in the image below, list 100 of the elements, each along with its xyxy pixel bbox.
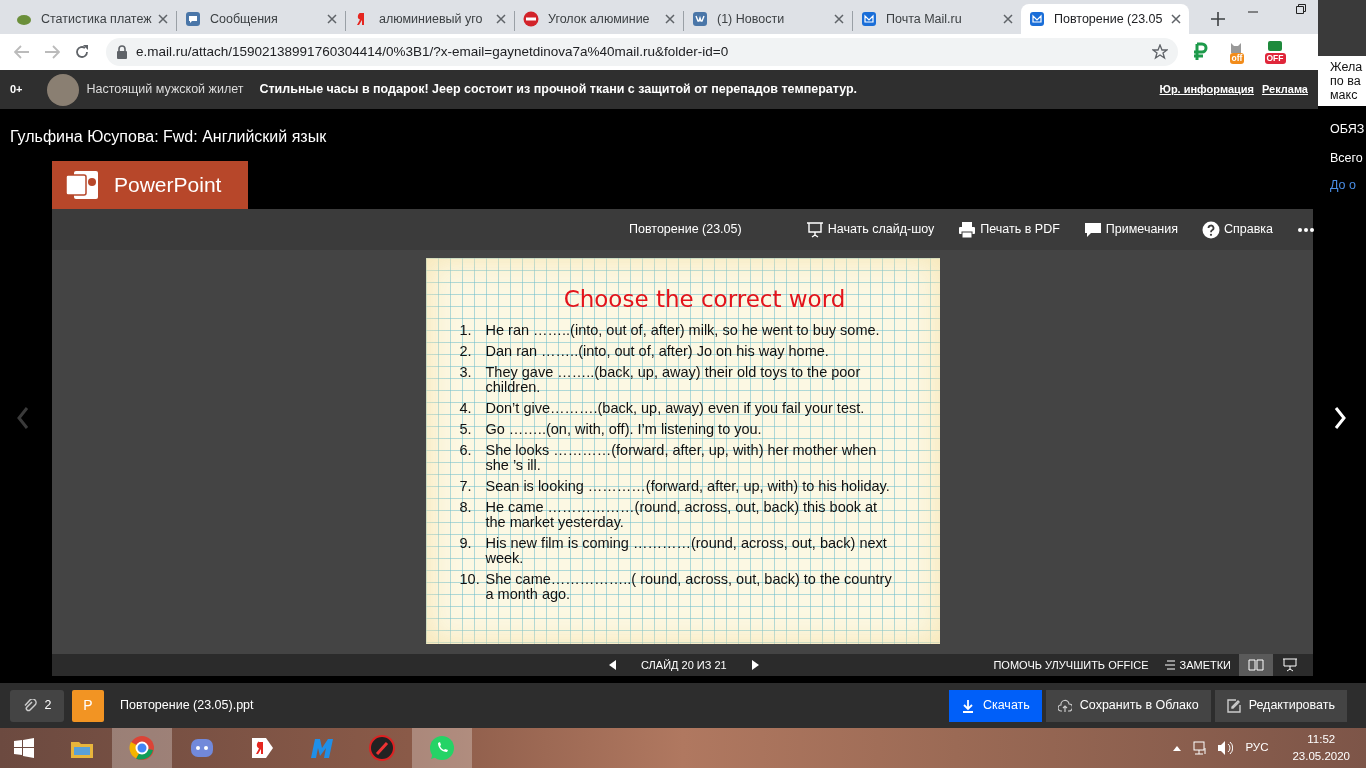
feedback-link[interactable]: ПОМОЧЬ УЛУЧШИТЬ OFFICE: [993, 656, 1149, 674]
panel-text: Всего: [1329, 149, 1364, 167]
presentation-screen-icon: [805, 220, 824, 239]
browser-tab[interactable]: алюминиевый уго: [346, 4, 514, 34]
email-subject: Гульфина Юсупова: Fwd: Английский язык: [10, 128, 327, 145]
more-options-icon[interactable]: [1297, 226, 1316, 233]
envelope-icon: [861, 11, 877, 27]
ad-link[interactable]: Юр. информация: [1159, 81, 1254, 98]
slide-title: Choose the correct word: [562, 285, 847, 314]
file-action-button[interactable]: Редактировать: [1214, 689, 1347, 722]
exercise-sentence: Go ……..(on, with, off). I’m listening to you.: [485, 421, 763, 437]
chat-bubble-icon: [185, 11, 201, 27]
edit-icon: [1226, 698, 1241, 713]
exercise-sentence: She looks …………(forward, after, up, with) her mother when she ’s ill.: [485, 442, 878, 473]
keyboard-language[interactable]: РУС: [1245, 739, 1269, 757]
document-title: Повторение (23.05): [629, 221, 742, 239]
item-number: 9.: [459, 535, 473, 553]
presentation-screen-icon: [1282, 658, 1298, 672]
close-icon[interactable]: [496, 14, 506, 24]
close-icon[interactable]: [158, 14, 168, 24]
clock-date[interactable]: 23.05.2020: [1292, 748, 1350, 766]
panel-text: ОБЯЗ: [1329, 121, 1366, 138]
app-name: PowerPoint: [114, 172, 222, 199]
file-action-button[interactable]: Сохранить в Облако: [1045, 689, 1211, 722]
chevron-right-icon: [1334, 406, 1346, 429]
lock-icon: [116, 45, 128, 59]
extension-badge: OFF: [1264, 52, 1286, 64]
close-icon[interactable]: [665, 14, 675, 24]
browser-tab[interactable]: Почта Mail.ru: [853, 4, 1021, 34]
envelope-icon: [1029, 11, 1045, 27]
caret-up-icon[interactable]: [1173, 745, 1182, 751]
star-icon[interactable]: [1152, 44, 1168, 60]
age-rating: 0+: [10, 82, 23, 98]
browser-tab[interactable]: Уголок алюминие: [515, 4, 683, 34]
toolbar-button[interactable]: Начать слайд-шоу: [805, 220, 935, 239]
taskbar-app[interactable]: [112, 728, 172, 768]
exercise-sentence: She came……………..( round, across, out, back) to the country a month ago.: [485, 571, 893, 602]
close-icon[interactable]: [1171, 14, 1181, 24]
attachments-count-button[interactable]: 2: [10, 689, 64, 722]
window-titlebar: [1318, 0, 1366, 56]
ad-link[interactable]: Реклама: [1261, 81, 1308, 98]
close-icon[interactable]: [327, 14, 337, 24]
windows-start-icon[interactable]: [14, 738, 34, 758]
exercise-sentence: He came ………………(round, across, out, back) this book at the market yesterday.: [485, 499, 879, 530]
browser-tab[interactable]: Статистика платеж: [8, 4, 176, 34]
ad-headline[interactable]: Настоящий мужской жилет: [86, 80, 244, 99]
next-slide-arrow[interactable]: [1334, 405, 1346, 429]
chevron-left-icon: [17, 406, 29, 429]
cloud-upload-icon: [1057, 698, 1072, 713]
printer-icon: [958, 220, 977, 239]
reload-icon[interactable]: [74, 44, 90, 60]
exercise-sentence: His new film is coming …………(round, across, out, back) next week.: [485, 535, 888, 566]
item-number: 3.: [459, 364, 473, 382]
exercise-sentence: He ran ……..(into, out of, after) milk, so he went to buy some.: [485, 322, 881, 338]
exercise-sentence: They gave ……..(back, up, away) their old toys to the poor children.: [485, 364, 862, 395]
clock-time[interactable]: 11:52: [1292, 730, 1350, 748]
toolbar-button[interactable]: Печать в PDF: [958, 220, 1060, 239]
paperclip-icon: [22, 698, 37, 713]
help-circle-icon: [1202, 220, 1221, 239]
card-icon[interactable]: [1266, 40, 1284, 53]
item-number: 1.: [459, 322, 473, 338]
next-slide-icon[interactable]: [750, 660, 759, 670]
ad-text[interactable]: Стильные часы в подарок! Jeep состоит из прочной ткани с защитой от перепадов температур.: [259, 80, 1160, 99]
panel-link[interactable]: До о: [1318, 175, 1366, 195]
close-icon[interactable]: [1003, 14, 1013, 24]
lines-icon: [1164, 660, 1176, 670]
notes-button[interactable]: ЗАМЕТКИ: [1164, 656, 1231, 674]
item-number: 2.: [459, 343, 473, 359]
popup-text: по ва: [1330, 74, 1362, 88]
close-icon[interactable]: [834, 14, 844, 24]
document-icon: [64, 168, 100, 202]
restore-icon[interactable]: [1296, 4, 1306, 14]
browser-tab[interactable]: Сообщения: [177, 4, 345, 34]
item-number: 7.: [459, 478, 473, 494]
view-mode-button[interactable]: [1239, 654, 1273, 676]
item-number: 6.: [459, 442, 473, 460]
item-number: 5.: [459, 421, 473, 437]
speech-bubble-icon: [1083, 220, 1102, 239]
ruble-icon[interactable]: [1192, 42, 1210, 62]
address-field[interactable]: e.mail.ru/attach/15902138991760304414/0%3B1/?x-email=gaynetdinova7a%40mail.ru&folder-id=0: [106, 38, 1178, 66]
browser-tab[interactable]: (1) Новости: [684, 4, 852, 34]
phone-chat-icon: [428, 734, 456, 762]
file-action-button[interactable]: Скачать: [948, 689, 1042, 722]
exercise-sentence: Don’t give……….(back, up, away) even if you fail your test.: [485, 400, 866, 416]
circle-logo-icon: [523, 11, 539, 27]
popup-text: макс: [1330, 88, 1359, 102]
popup-text: Жела: [1330, 60, 1364, 74]
previous-slide-icon[interactable]: [609, 660, 617, 670]
file-name[interactable]: Повторение (23.05).ppt: [120, 696, 949, 715]
browser-tab[interactable]: Повторение (23.05: [1021, 4, 1189, 34]
download-icon: [960, 698, 975, 713]
browser-logo-icon: [128, 734, 156, 762]
item-number: 10.: [459, 571, 481, 589]
speaker-icon[interactable]: [1217, 740, 1234, 756]
exercise-sentence: Sean is looking …………(forward, after, up, with) to his holiday.: [485, 478, 891, 494]
new-tab-icon[interactable]: [1211, 12, 1225, 26]
slide-counter: СЛАЙД 20 ИЗ 21: [641, 657, 727, 673]
toolbar-button[interactable]: Справка: [1202, 220, 1274, 239]
file-type-icon: P: [72, 689, 104, 722]
toolbar-button[interactable]: Примечания: [1083, 220, 1179, 239]
